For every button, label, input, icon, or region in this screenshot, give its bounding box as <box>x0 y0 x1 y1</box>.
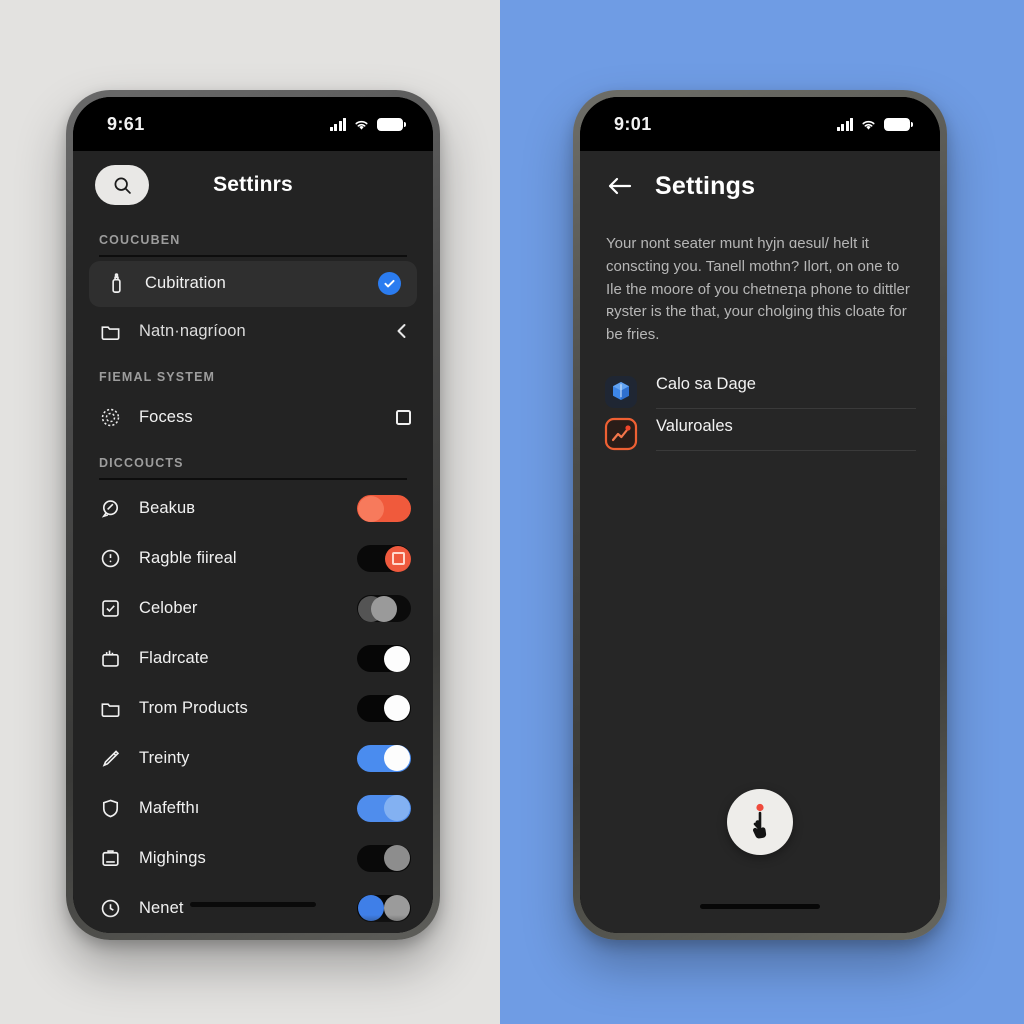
section-divider <box>99 478 407 480</box>
section-divider <box>99 255 407 257</box>
list-item-fladrcate[interactable]: Fladrcate <box>73 634 433 684</box>
list-item-label: Mafefthı <box>139 798 200 817</box>
toggle-switch[interactable] <box>357 595 411 623</box>
list-item-mafefthi[interactable]: Mafefthı <box>73 783 433 833</box>
toggle-switch[interactable] <box>357 844 411 872</box>
dotted-circle-icon <box>97 404 123 430</box>
toggle-switch[interactable] <box>357 645 411 673</box>
list-item-label: Trom Products <box>139 698 248 717</box>
list-item-nenet[interactable]: Nenet <box>73 883 433 933</box>
chart-card-icon <box>97 646 123 672</box>
toggle-switch[interactable] <box>357 545 411 573</box>
right-phone-device: 9:01 Settings Your nont seater munt hyjn… <box>573 90 947 940</box>
list-item-label: Fladrcate <box>139 649 209 668</box>
list-item-label: Ragble fiireal <box>139 549 237 568</box>
orange-chart-app-icon <box>604 417 638 451</box>
right-status-bar: 9:01 <box>580 97 940 151</box>
clock-icon <box>97 895 123 921</box>
description-paragraph: Your nont seater munt hyjn ɑesul/ helt i… <box>606 235 910 344</box>
list-divider <box>656 407 916 409</box>
checkmark-icon[interactable] <box>378 272 401 296</box>
folder-icon <box>97 318 123 344</box>
cellular-signal-icon <box>836 117 853 131</box>
list-item-mighings[interactable]: Mighings <box>73 833 433 883</box>
pointer-down-icon <box>752 803 767 839</box>
clock-alert-icon <box>97 546 123 572</box>
list-item-focess[interactable]: Focess <box>73 392 433 442</box>
list-item-celober[interactable]: Celober <box>73 584 433 634</box>
chevron-left-icon[interactable] <box>393 322 411 340</box>
toggle-switch[interactable] <box>357 794 411 822</box>
toggle-switch[interactable] <box>357 694 411 722</box>
left-header-bar: Settinrs <box>73 151 433 219</box>
list-item-label: Cubitration <box>145 274 226 293</box>
bottle-icon <box>103 271 129 297</box>
left-status-time: 9:61 <box>107 113 145 134</box>
right-status-icons <box>836 117 913 131</box>
arrow-left-icon[interactable] <box>606 174 633 198</box>
checkbox-square-icon <box>97 596 123 622</box>
list-item-ragble-fiireal[interactable]: Ragble fiireal <box>73 534 433 584</box>
list-item-label: Calo sa Dage <box>656 374 756 393</box>
right-phone-screen: 9:01 Settings Your nont seater munt hyjn… <box>580 97 940 933</box>
list-item-beakus[interactable]: Beakuʙ <box>73 484 433 534</box>
toggle-switch[interactable] <box>357 894 411 922</box>
list-item-label: Beakuʙ <box>139 499 196 518</box>
list-item-trom-products[interactable]: Trom Products <box>73 684 433 734</box>
speech-bubble-icon <box>97 496 123 522</box>
blue-cube-icon <box>604 375 638 409</box>
list-item-label: Natn·nagríoon <box>139 321 246 340</box>
section-header-fiemal-system: FIEMAl SYSTEM <box>99 370 216 385</box>
list-item-label: Mighings <box>139 848 206 867</box>
search-button[interactable] <box>95 165 149 205</box>
list-item-calo-sa-dage[interactable]: Calo sa Dage <box>604 367 916 409</box>
home-indicator[interactable] <box>190 901 316 907</box>
right-settings-list: Calo sa Dage Valuroales <box>580 353 940 451</box>
left-status-bar: 9:61 <box>73 97 433 151</box>
id-card-icon <box>97 845 123 871</box>
battery-icon <box>377 117 406 131</box>
list-item-label: Focess <box>139 407 193 426</box>
left-phone-screen: 9:61 Settinrs COUCUBEN Cubitration Natn·… <box>73 97 433 933</box>
right-header-bar: Settings <box>580 151 940 221</box>
list-item-label: Celober <box>139 599 198 618</box>
left-phone-content: Settinrs COUCUBEN Cubitration Natn·nagrí… <box>73 151 433 933</box>
section-header-couduben: COUCUBEN <box>99 233 181 247</box>
list-item-cubitration[interactable]: Cubitration <box>89 260 417 307</box>
wifi-icon <box>355 120 368 130</box>
checkbox-empty-icon[interactable] <box>396 409 411 425</box>
pointer-fab-button[interactable] <box>727 789 793 855</box>
wifi-icon <box>862 120 875 130</box>
list-divider <box>656 449 916 451</box>
list-item-treinty[interactable]: Treinty <box>73 733 433 783</box>
list-item-label: Valuroales <box>656 416 733 435</box>
list-item-valuroales[interactable]: Valuroales <box>604 409 916 451</box>
battery-icon <box>884 117 913 131</box>
toggle-switch[interactable] <box>357 744 411 772</box>
folder-icon <box>97 695 123 721</box>
section-header-diccoucts: DICCOUCTS <box>99 456 184 471</box>
left-phone-device: 9:61 Settinrs COUCUBEN Cubitration Natn·… <box>66 90 440 940</box>
screenshot-stage: 9:61 Settinrs COUCUBEN Cubitration Natn·… <box>0 0 1024 1024</box>
cellular-signal-icon <box>329 117 346 131</box>
right-status-time: 9:01 <box>614 113 652 134</box>
home-indicator[interactable] <box>700 903 820 909</box>
list-item-label: Treinty <box>139 748 190 767</box>
right-phone-content: Settings Your nont seater munt hyjn ɑesu… <box>580 151 940 933</box>
toggle-switch[interactable] <box>357 495 411 523</box>
search-icon <box>114 177 131 194</box>
page-title: Settings <box>655 171 756 200</box>
list-item-natn-nagrioon[interactable]: Natn·nagríoon <box>73 307 433 357</box>
shield-icon <box>97 795 123 821</box>
left-status-icons <box>329 117 406 131</box>
pencil-icon <box>97 745 123 771</box>
